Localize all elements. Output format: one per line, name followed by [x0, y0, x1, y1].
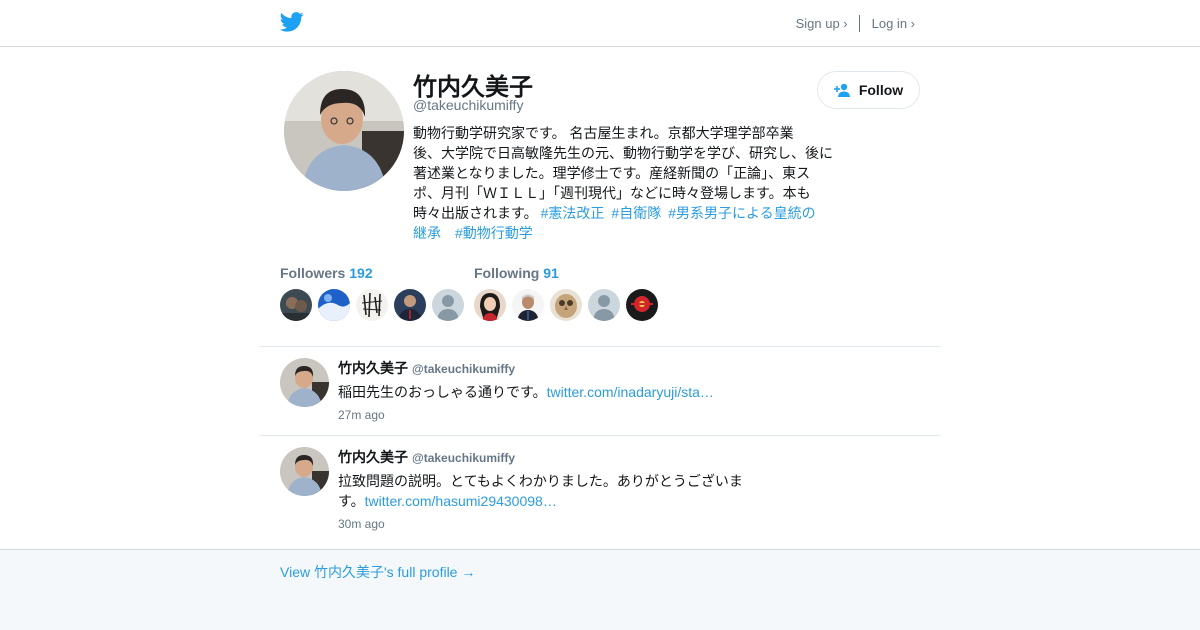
hashtag-link[interactable]: #動物行動学 [455, 225, 533, 241]
bio-last-text: 時々出版されます。 [413, 205, 538, 221]
tweet-body-line: す。twitter.com/hasumi29430098… [338, 491, 748, 511]
profile-bio: 動物行動学研究家です。 名古屋生まれ。京都大学理学部卒業 後、大学院で日高敏隆先… [413, 123, 838, 243]
tweet-author-handle: @takeuchikumiffy [412, 362, 516, 376]
top-bar: Sign up › Log in › [0, 0, 1200, 47]
tweet-author-name: 竹内久美子 [338, 360, 408, 376]
bio-line: 継承 #動物行動学 [413, 223, 838, 243]
bio-line: 著述業となりました。理学修士です。産経新聞の「正論」、東ス [413, 165, 811, 181]
following-avatar[interactable] [626, 289, 658, 321]
bio-line: 後、大学院で日高敏隆先生の元、動物行動学を学び、研究し、後に [413, 145, 833, 161]
tweet-timestamp[interactable]: 27m ago [338, 408, 385, 422]
following-avatar[interactable] [512, 289, 544, 321]
following-heading[interactable]: Following 91 [474, 265, 658, 281]
following-avatar[interactable] [588, 289, 620, 321]
tweet-link[interactable]: twitter.com/hasumi29430098… [365, 493, 557, 509]
tweet-item[interactable]: 竹内久美子 @takeuchikumiffy 稲田先生のおっしゃる通りです。twi… [280, 358, 920, 438]
tweet-body: 稲田先生のおっしゃる通りです。 [338, 384, 547, 400]
profile-card: 竹内久美子 @takeuchikumiffy Follow 動物行動学研究家です… [0, 47, 1200, 550]
hashtag-link[interactable]: #自衛隊 [611, 205, 661, 221]
followers-avatars [280, 289, 464, 321]
followers-heading[interactable]: Followers 192 [280, 265, 464, 281]
signup-link[interactable]: Sign up › [796, 16, 848, 31]
profile-handle: @takeuchikumiffy [413, 97, 524, 113]
follower-avatar[interactable] [432, 289, 464, 321]
follower-avatar[interactable] [280, 289, 312, 321]
tweet-body-tail: す。 [338, 493, 365, 509]
tweet-author: 竹内久美子 @takeuchikumiffy [338, 447, 515, 467]
bio-line: 動物行動学研究家です。 名古屋生まれ。京都大学理学部卒業 [413, 125, 794, 141]
login-link[interactable]: Log in › [872, 16, 915, 31]
nav-separator [858, 15, 860, 32]
tweet-item[interactable]: 竹内久美子 @takeuchikumiffy 拉致問題の説明。とてもよくわかりまし… [280, 447, 920, 537]
tweet-text: 拉致問題の説明。とてもよくわかりました。ありがとうございま す。twitter.… [338, 471, 748, 511]
divider [260, 346, 940, 347]
add-person-icon [833, 83, 850, 97]
following-label: Following [474, 265, 540, 281]
followers-count: 192 [349, 265, 373, 281]
view-full-profile-link[interactable]: View 竹内久美子's full profile → [280, 562, 475, 582]
divider [260, 435, 940, 436]
bio-line: 時々出版されます。 #憲法改正 #自衛隊 #男系男子による皇統の [413, 203, 838, 223]
tweet-body-line: 拉致問題の説明。とてもよくわかりました。ありがとうございま [338, 473, 743, 489]
tweet-author-handle: @takeuchikumiffy [412, 451, 516, 465]
tweet-timestamp[interactable]: 30m ago [338, 517, 385, 531]
follow-button[interactable]: Follow [817, 71, 920, 109]
tweet-avatar[interactable] [280, 358, 329, 407]
profile-photo [284, 71, 404, 191]
tweet-link[interactable]: twitter.com/inadaryuji/sta… [547, 384, 714, 400]
tweet-author: 竹内久美子 @takeuchikumiffy [338, 358, 515, 378]
tweet-avatar[interactable] [280, 447, 329, 496]
follower-avatar[interactable] [356, 289, 388, 321]
following-avatar[interactable] [550, 289, 582, 321]
following-group: Following 91 [474, 265, 658, 321]
followers-label: Followers [280, 265, 346, 281]
twitter-bird-icon[interactable] [280, 11, 304, 33]
top-nav: Sign up › Log in › [796, 15, 915, 32]
bio-line: ポ、月刊「ＷＩＬＬ」「週刊現代」などに時々登場します。本も [413, 185, 811, 201]
following-avatars [474, 289, 658, 321]
following-count: 91 [543, 265, 559, 281]
profile-avatar[interactable] [284, 71, 404, 191]
follower-avatar[interactable] [318, 289, 350, 321]
followers-group: Followers 192 [280, 265, 464, 321]
hashtag-link[interactable]: #男系男子による皇統の [668, 205, 815, 221]
hashtag-link[interactable]: #憲法改正 [541, 205, 605, 221]
tweet-text: 稲田先生のおっしゃる通りです。twitter.com/inadaryuji/st… [338, 382, 748, 402]
tweet-author-name: 竹内久美子 [338, 449, 408, 465]
hashtag-link-continued[interactable]: 継承 [413, 225, 441, 241]
following-avatar[interactable] [474, 289, 506, 321]
follow-label: Follow [858, 82, 904, 98]
follower-avatar[interactable] [394, 289, 426, 321]
